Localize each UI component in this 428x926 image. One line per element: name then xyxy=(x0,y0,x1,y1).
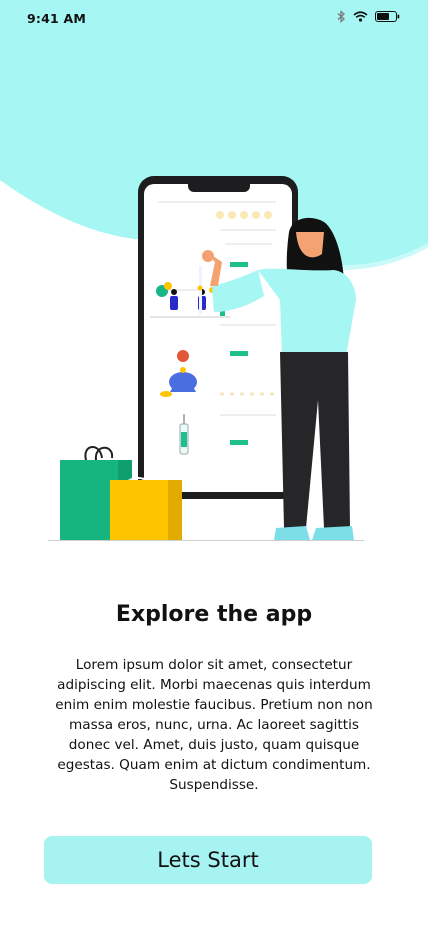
phone-illustration xyxy=(138,176,298,499)
battery-icon xyxy=(375,11,400,22)
onboarding-description: Lorem ipsum dolor sit amet, consectetur … xyxy=(55,657,373,793)
lets-start-button[interactable]: Lets Start xyxy=(44,836,372,884)
status-bar: 9:41 AM xyxy=(0,0,428,36)
bluetooth-icon xyxy=(337,10,345,23)
status-icons xyxy=(337,10,400,23)
onboarding-title: Explore the app xyxy=(115,602,313,627)
status-time: 9:41 AM xyxy=(27,11,86,26)
wifi-icon xyxy=(353,11,368,22)
onboarding-illustration xyxy=(48,176,364,541)
